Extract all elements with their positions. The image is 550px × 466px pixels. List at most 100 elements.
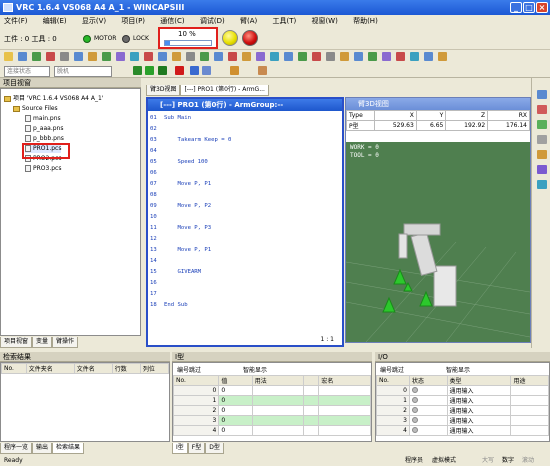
menu-arm[interactable]: 臂(A) xyxy=(240,17,257,25)
tree-file-p-aaa[interactable]: p_aaa.pns xyxy=(25,125,63,133)
menu-view[interactable]: 显示(V) xyxy=(82,17,106,25)
view-front-icon[interactable] xyxy=(537,90,547,99)
hand-icon[interactable] xyxy=(258,66,267,75)
step-icon[interactable] xyxy=(202,66,211,75)
tab-search-results[interactable]: 检索结果 xyxy=(52,443,85,454)
code-line[interactable]: GIVEARM xyxy=(164,269,201,275)
tab-program-list[interactable]: 程序一览 xyxy=(0,443,33,454)
pause-icon[interactable] xyxy=(190,66,199,75)
toolbar-button-icon-30[interactable] xyxy=(424,52,433,61)
io-row[interactable]: 3 通用输入 xyxy=(376,415,549,426)
code-area[interactable]: 01 Sub Main 02 03 Takearm Keep = 0 04 05 Spee… xyxy=(148,111,342,333)
maximize-button[interactable]: □ xyxy=(523,2,535,13)
toolbar-button-icon-9[interactable] xyxy=(130,52,139,61)
fit-icon[interactable] xyxy=(537,180,547,189)
toolbar-button-icon-5[interactable] xyxy=(74,52,83,61)
io-row[interactable]: 1 通用输入 xyxy=(376,395,549,406)
tree-file-pro3[interactable]: PRO3.pcs xyxy=(25,165,61,173)
yellow-lamp-icon[interactable] xyxy=(222,30,238,46)
toolbar-button-icon-3[interactable] xyxy=(46,52,55,61)
ivar-row[interactable]: 00 xyxy=(172,385,371,396)
toolbar-button-icon-22[interactable] xyxy=(312,52,321,61)
toolbar-button-icon-2[interactable] xyxy=(32,52,41,61)
menu-help[interactable]: 帮助(H) xyxy=(353,17,378,25)
view-side-icon[interactable] xyxy=(537,120,547,129)
toolbar-button-icon-23[interactable] xyxy=(326,52,335,61)
menu-tools[interactable]: 工具(T) xyxy=(272,17,296,25)
code-line[interactable]: Speed 100 xyxy=(164,159,207,165)
ivars-smart-display[interactable]: 智能显示 xyxy=(243,365,267,374)
code-line[interactable]: Move P, P3 xyxy=(164,225,211,231)
code-line[interactable]: End Sub xyxy=(164,302,188,308)
io-smart-display[interactable]: 智能显示 xyxy=(446,365,470,374)
io-row[interactable]: 4 通用输入 xyxy=(376,425,549,436)
menu-project[interactable]: 项目(P) xyxy=(121,17,145,25)
toolbar-button-icon-17[interactable] xyxy=(242,52,251,61)
toolbar-button-icon-1[interactable] xyxy=(18,52,27,61)
toolbar-button-icon-16[interactable] xyxy=(228,52,237,61)
toolbar-button-icon-12[interactable] xyxy=(172,52,181,61)
toolbar-button-icon-7[interactable] xyxy=(102,52,111,61)
program-editor[interactable]: [---] PRO1 (第0行) - ArmGroup:-- 01 Sub Mai… xyxy=(146,97,344,347)
io-row[interactable]: 2 通用输入 xyxy=(376,405,549,416)
menu-edit[interactable]: 编辑(E) xyxy=(43,17,67,25)
toolbar-button-icon-8[interactable] xyxy=(116,52,125,61)
code-line[interactable]: Sub Main xyxy=(164,115,191,121)
ivar-row[interactable]: 10 xyxy=(172,395,371,406)
tree-file-p-bbb[interactable]: p_bbb.pns xyxy=(25,135,64,143)
view-top-icon[interactable] xyxy=(537,105,547,114)
tab-d-type[interactable]: D型 xyxy=(205,443,224,454)
ivar-row[interactable]: 20 xyxy=(172,405,371,416)
motor-label[interactable]: MOTOR xyxy=(94,35,116,42)
toolbar-button-icon-10[interactable] xyxy=(144,52,153,61)
tab-f-type[interactable]: F型 xyxy=(187,443,206,454)
toolbar-button-icon-28[interactable] xyxy=(396,52,405,61)
ivar-row[interactable]: 30 xyxy=(172,415,371,426)
io-skip-button[interactable]: 编号跳过 xyxy=(380,365,404,374)
tab-variables[interactable]: 变量 xyxy=(32,337,53,348)
ivars-skip-button[interactable]: 编号跳过 xyxy=(177,365,201,374)
toolbar-button-icon-21[interactable] xyxy=(298,52,307,61)
connection-combo[interactable]: 连接状态 xyxy=(4,66,50,77)
menu-file[interactable]: 文件(F) xyxy=(4,17,28,25)
tab-3d-view[interactable]: 臂3D视图 xyxy=(146,85,181,96)
toolbar-button-icon-6[interactable] xyxy=(88,52,97,61)
toolbar-button-icon-25[interactable] xyxy=(354,52,363,61)
tab-program-pro1[interactable]: [---] PRO1 (第0行) - ArmG... xyxy=(180,85,269,96)
3d-scene[interactable]: WORK = 0 TOOL = 0 xyxy=(346,142,530,342)
breakpoint-icon[interactable] xyxy=(230,66,239,75)
code-line[interactable]: Move P, P1 xyxy=(164,181,211,187)
minimize-button[interactable]: _ xyxy=(510,2,522,13)
toolbar-button-icon-0[interactable] xyxy=(4,52,13,61)
toolbar-button-icon-31[interactable] xyxy=(438,52,447,61)
code-line[interactable]: Move P, P2 xyxy=(164,203,211,209)
toolbar-button-icon-4[interactable] xyxy=(60,52,69,61)
red-lamp-icon[interactable] xyxy=(242,30,258,46)
close-button[interactable]: × xyxy=(536,2,548,13)
toolbar-button-icon-11[interactable] xyxy=(158,52,167,61)
tab-arm-operation[interactable]: 臂操作 xyxy=(52,337,79,348)
step-run-icon[interactable] xyxy=(145,66,154,75)
stop-icon[interactable] xyxy=(175,66,184,75)
toolbar-button-icon-14[interactable] xyxy=(200,52,209,61)
code-line[interactable]: Takearm Keep = 0 xyxy=(164,137,231,143)
continue-icon[interactable] xyxy=(158,66,167,75)
toolbar-button-icon-24[interactable] xyxy=(340,52,349,61)
tab-project[interactable]: 项目视窗 xyxy=(0,337,33,348)
toolbar-button-icon-18[interactable] xyxy=(256,52,265,61)
tab-output[interactable]: 输出 xyxy=(32,443,53,454)
io-row[interactable]: 0 通用输入 xyxy=(376,385,549,396)
toolbar-button-icon-19[interactable] xyxy=(270,52,279,61)
tree-folder-source[interactable]: Source Files xyxy=(13,105,58,113)
run-icon[interactable] xyxy=(133,66,142,75)
tree-file-main[interactable]: main.pns xyxy=(25,115,61,123)
toolbar-button-icon-20[interactable] xyxy=(284,52,293,61)
toolbar-button-icon-15[interactable] xyxy=(214,52,223,61)
lock-label[interactable]: LOCK xyxy=(133,35,149,42)
toolbar-button-icon-29[interactable] xyxy=(410,52,419,61)
code-line[interactable]: Move P, P1 xyxy=(164,247,211,253)
speed-indicator[interactable]: 10 % xyxy=(158,27,218,49)
toolbar-button-icon-13[interactable] xyxy=(186,52,195,61)
menu-window[interactable]: 视窗(W) xyxy=(311,17,337,25)
tab-i-type[interactable]: I型 xyxy=(172,443,188,454)
